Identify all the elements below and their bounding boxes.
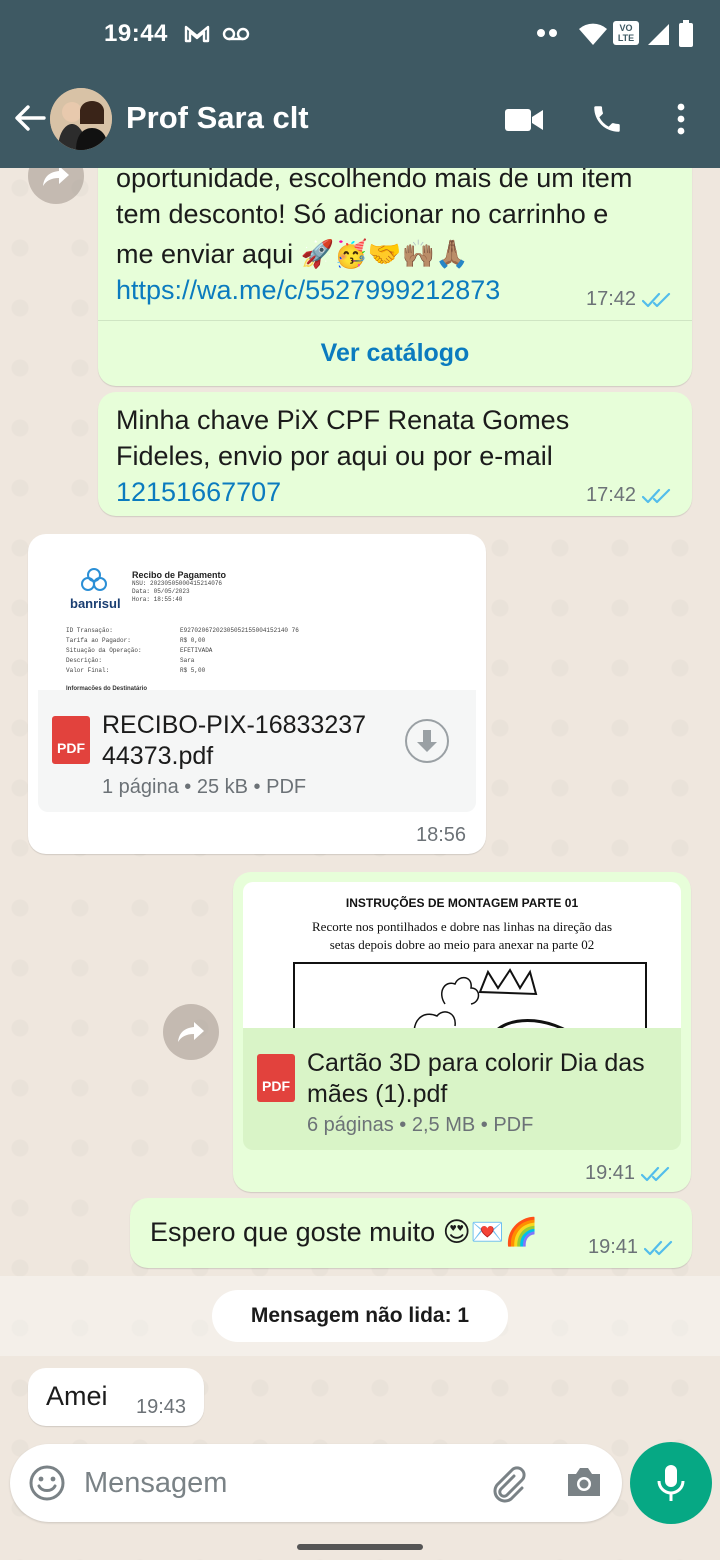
message-composer	[10, 1444, 622, 1522]
field-value: R$ 0,00	[180, 637, 206, 644]
message-meta: 19:41	[588, 1236, 674, 1259]
read-receipt-icon	[642, 292, 671, 307]
voice-message-button[interactable]	[630, 1442, 712, 1524]
status-bar: 19:44 VO LTE	[0, 18, 720, 52]
contact-avatar[interactable]	[50, 88, 112, 150]
message-time: 19:43	[136, 1396, 187, 1418]
voice-call-icon[interactable]	[590, 102, 624, 136]
gmail-icon	[184, 25, 210, 43]
receipt-row: NSU: 20230505000415214076	[132, 580, 223, 587]
read-receipt-icon	[644, 1240, 673, 1255]
unread-messages-label: Mensagem não lida: 1	[212, 1290, 508, 1342]
message-bubble-amei[interactable]: Amei 19:43	[28, 1368, 204, 1426]
pdf-file-info: 1 página • 25 kB • PDF	[102, 776, 307, 798]
preview-instructions: Recorte nos pontilhados e dobre nas linh…	[243, 918, 681, 954]
message-text: Amei	[46, 1381, 108, 1411]
pdf-file-name: Cartão 3D para colorir Dia das mães (1).…	[307, 1048, 677, 1110]
field-label: Tarifa ao Pagador:	[66, 637, 131, 644]
message-text: oportunidade, escolhendo mais de um item…	[116, 160, 676, 272]
more-notifications-icon	[537, 29, 557, 37]
message-time: 17:42	[586, 484, 637, 506]
catalog-link[interactable]: https://wa.me/c/5527999212873	[116, 272, 500, 308]
signal-icon	[648, 24, 669, 45]
pdf-attachment[interactable]: PDF Cartão 3D para colorir Dia das mães …	[243, 1028, 681, 1150]
emoji-icon[interactable]	[28, 1464, 66, 1502]
wifi-icon	[579, 23, 607, 45]
pdf-file-name: RECIBO-PIX-16833237 44373.pdf	[102, 710, 392, 772]
receipt-header-rows: NSU: 20230505000415214076 Data: 05/05/20…	[132, 580, 222, 604]
video-call-icon[interactable]	[504, 106, 544, 134]
file-name-line: 44373.pdf	[102, 742, 214, 770]
pdf-attachment[interactable]: PDF RECIBO-PIX-16833237 44373.pdf 1 pági…	[38, 690, 476, 812]
status-time: 19:44	[104, 20, 168, 47]
read-receipt-icon	[642, 488, 671, 503]
pdf-preview[interactable]: INSTRUÇÕES DE MONTAGEM PARTE 01 Recorte …	[243, 882, 681, 1030]
message-time: 17:42	[586, 288, 637, 310]
field-label: Descrição:	[66, 657, 103, 664]
preview-drawing-frame	[293, 962, 647, 1030]
message-meta: 17:42	[586, 484, 672, 507]
message-line: Minha chave PiX CPF Renata Gomes	[116, 405, 570, 435]
field-value: Sara	[180, 657, 195, 664]
message-text: Espero que goste muito 😍💌🌈	[150, 1217, 539, 1247]
receipt-row: Hora: 18:55:40	[132, 596, 183, 603]
contact-name[interactable]: Prof Sara clt	[126, 100, 309, 136]
message-time: 19:41	[585, 1162, 636, 1184]
microphone-icon	[657, 1465, 685, 1501]
preview-line: setas depois dobre ao meio para anexar n…	[329, 937, 595, 952]
bank-logo-icon	[81, 568, 107, 591]
message-line: Fideles, envio por aqui ou por e-mail	[116, 441, 553, 471]
message-bubble-pix[interactable]: Minha chave PiX CPF Renata Gomes Fideles…	[98, 392, 692, 516]
receipt-fields: ID Transação: E92702067202305052155004152…	[66, 626, 366, 676]
pdf-file-info: 6 páginas • 2,5 MB • PDF	[307, 1114, 534, 1136]
message-bubble-card-pdf[interactable]: INSTRUÇÕES DE MONTAGEM PARTE 01 Recorte …	[233, 872, 691, 1192]
gesture-nav-bar[interactable]	[297, 1544, 423, 1550]
forward-button[interactable]	[163, 1004, 219, 1060]
receipt-heading: Recibo de Pagamento	[132, 570, 227, 580]
field-value: E92702067202305052155004152140 76	[180, 627, 299, 634]
preview-title: INSTRUÇÕES DE MONTAGEM PARTE 01	[345, 896, 579, 910]
app-header: 19:44 VO LTE Prof Sara clt	[0, 0, 720, 168]
file-name-line: Cartão 3D para colorir Dia das	[307, 1049, 645, 1077]
file-name-line: RECIBO-PIX-16833237	[102, 711, 367, 739]
more-options-icon[interactable]	[674, 102, 688, 136]
battery-icon	[679, 20, 693, 47]
field-label: ID Transação:	[66, 627, 113, 634]
volte-icon: VOLTE	[613, 21, 639, 45]
file-name-line: mães (1).pdf	[307, 1080, 448, 1108]
read-receipt-icon	[641, 1166, 670, 1181]
flower-crown-drawing-icon	[413, 968, 569, 1030]
attach-icon[interactable]	[488, 1464, 528, 1504]
voicemail-icon	[222, 27, 250, 41]
forward-icon	[178, 1022, 204, 1042]
message-input[interactable]	[84, 1458, 464, 1508]
message-meta: 19:41	[585, 1162, 671, 1185]
camera-icon[interactable]	[564, 1464, 604, 1500]
pdf-preview[interactable]: banrisul Recibo de Pagamento NSU: 202305…	[38, 544, 476, 694]
field-label: Situação da Operação:	[66, 647, 142, 654]
svg-text:VO: VO	[619, 23, 632, 33]
view-catalog-button[interactable]: Ver catálogo	[98, 321, 692, 385]
preview-line: Recorte nos pontilhados e dobre nas linh…	[312, 919, 612, 934]
field-value: EFETIVADA	[180, 647, 213, 654]
message-time: 18:56	[416, 824, 467, 846]
bank-name: banrisul	[70, 596, 121, 611]
message-meta: 17:42	[586, 288, 672, 311]
svg-text:LTE: LTE	[618, 33, 634, 43]
back-arrow-icon[interactable]	[12, 100, 48, 136]
message-line: tem desconto! Só adicionar no carrinho e	[116, 199, 609, 229]
pdf-file-icon: PDF	[257, 1054, 295, 1102]
pdf-file-icon: PDF	[52, 716, 90, 764]
message-time: 19:41	[588, 1236, 639, 1258]
message-line: me enviar aqui 🚀🥳🤝🙌🏽🙏🏽	[116, 239, 469, 269]
receipt-row: Data: 05/05/2023	[132, 588, 190, 595]
message-bubble-receipt-pdf[interactable]: banrisul Recibo de Pagamento NSU: 202305…	[28, 534, 486, 854]
field-value: R$ 5,00	[180, 667, 206, 674]
download-icon[interactable]	[404, 718, 450, 764]
message-bubble-hope[interactable]: Espero que goste muito 😍💌🌈 19:41	[130, 1198, 692, 1268]
field-label: Valor Final:	[66, 667, 110, 674]
